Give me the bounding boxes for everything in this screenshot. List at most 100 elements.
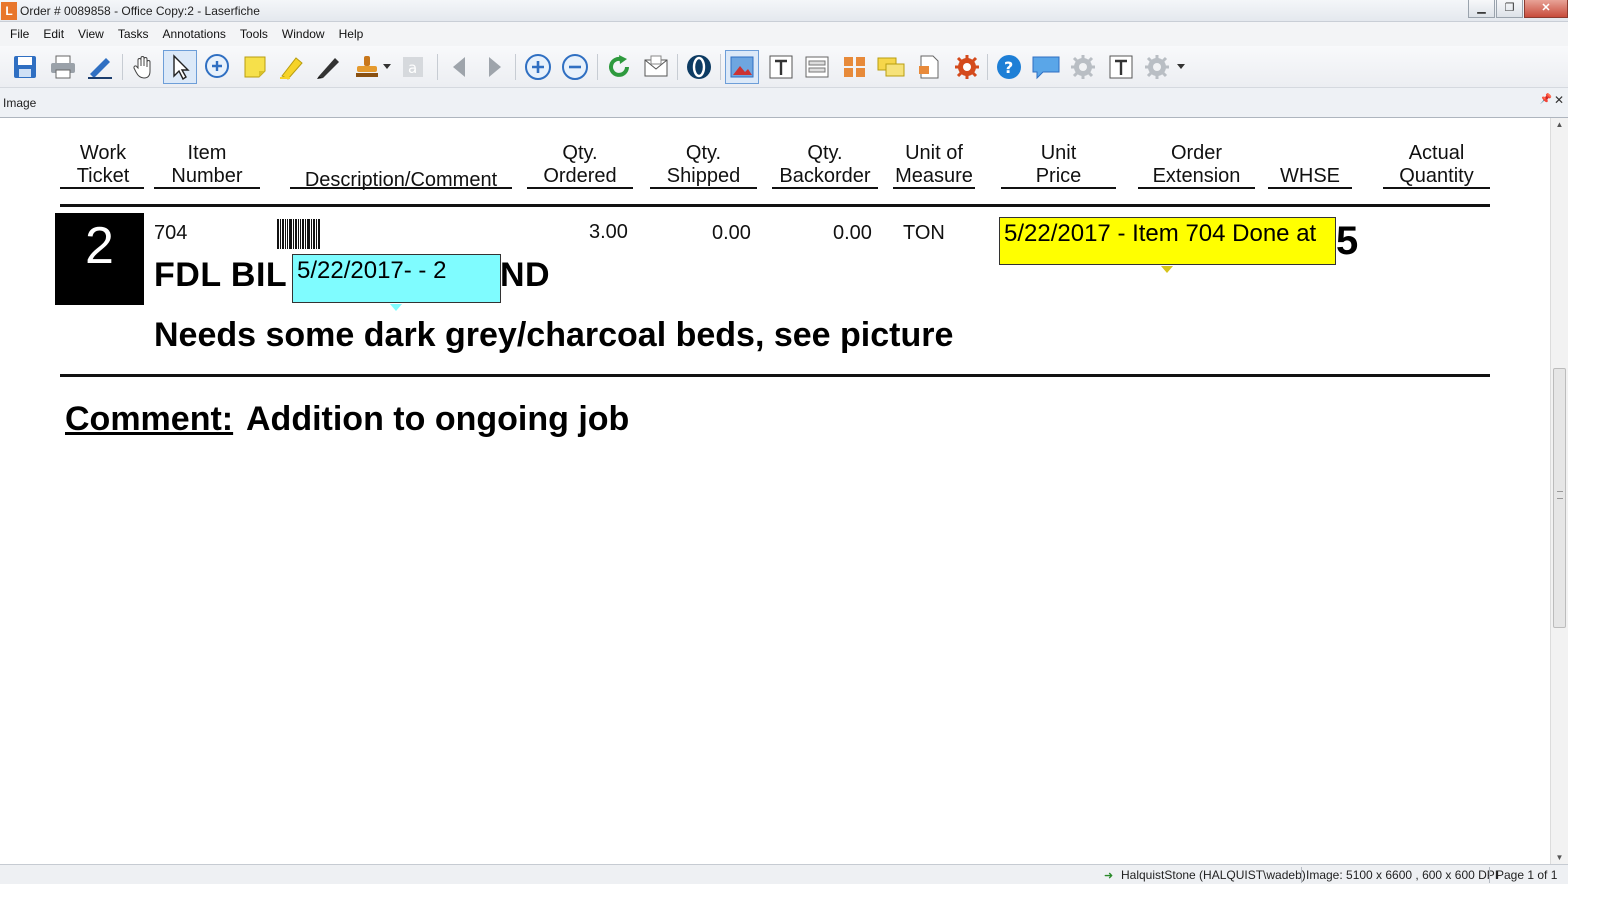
status-page: Page 1 of 1 (1496, 868, 1558, 882)
zoom-select-icon[interactable] (201, 50, 235, 84)
scroll-thumb[interactable] (1553, 368, 1566, 628)
image-view-icon[interactable] (725, 50, 759, 84)
qty-shipped: 0.00 (712, 222, 751, 244)
refresh-icon[interactable] (602, 50, 636, 84)
stamp-dropdown-icon[interactable] (382, 50, 392, 84)
col-header-item-number: Item Number (171, 142, 243, 187)
sticky-note-yellow[interactable]: 5/22/2017 - Item 704 Done at (999, 217, 1336, 265)
stamp-icon[interactable] (350, 50, 384, 84)
settings-icon[interactable] (950, 50, 984, 84)
svg-text:?: ? (1004, 58, 1013, 77)
laserfiche-logo-icon: L (1, 2, 17, 20)
menu-edit[interactable]: Edit (36, 23, 71, 45)
col-header-work-ticket: Work Ticket (76, 142, 130, 187)
actual-quantity: 5 (1336, 219, 1359, 263)
item-comment-line: Needs some dark grey/charcoal beds, see … (154, 316, 954, 354)
sticky-note-yellow-pointer (1161, 266, 1173, 273)
scroll-grip (1557, 491, 1563, 499)
col-underline (1383, 187, 1490, 189)
comment-icon[interactable] (1029, 50, 1063, 84)
metadata-icon[interactable] (912, 50, 946, 84)
toolbar-separator (987, 54, 988, 80)
more-gear-icon[interactable] (1140, 50, 1174, 84)
pointer-select-icon[interactable] (163, 50, 197, 84)
col-header-unit-price: Unit Price (1035, 142, 1082, 187)
pin-icon[interactable]: 📌 (1540, 94, 1552, 105)
ocr-icon[interactable] (682, 50, 716, 84)
status-bar: ➜ HalquistStone (HALQUIST\wadeb) Image: … (0, 864, 1568, 884)
col-underline (60, 187, 144, 189)
col-underline (154, 187, 260, 189)
scroll-up-icon[interactable]: ▲ (1551, 120, 1568, 129)
comment-text: Addition to ongoing job (246, 400, 630, 438)
col-header-actual-quantity: Actual Quantity (1399, 142, 1474, 187)
pane-title: Image (3, 96, 37, 110)
document-viewport[interactable]: Work Ticket Item Number Description/Commen… (0, 118, 1568, 864)
menu-tools[interactable]: Tools (233, 23, 275, 45)
menu-file[interactable]: File (3, 23, 36, 45)
menu-window[interactable]: Window (275, 23, 332, 45)
document-page: Work Ticket Item Number Description/Commen… (0, 118, 1548, 864)
unit-of-measure: TON (903, 222, 945, 244)
text-view-icon[interactable] (764, 50, 798, 84)
zoom-in-icon[interactable] (521, 50, 555, 84)
item-number: 704 (154, 222, 188, 244)
options-gear-icon[interactable] (1066, 50, 1100, 84)
col-header-qty-backorder: Qty. Backorder (779, 142, 871, 187)
vertical-scrollbar[interactable]: ▲ ▼ (1550, 118, 1568, 864)
pen-draw-icon[interactable] (312, 50, 346, 84)
header-rule (60, 204, 1490, 207)
sticky-note-icon[interactable] (238, 50, 272, 84)
item-description-left: FDL BIL (154, 256, 288, 294)
sticky-note-cyan-pointer (390, 304, 402, 311)
menu-view[interactable]: View (71, 23, 111, 45)
print-icon[interactable] (46, 50, 80, 84)
text-box-icon[interactable]: a (396, 50, 430, 84)
signature-pen-icon[interactable] (83, 50, 117, 84)
col-underline (893, 187, 975, 189)
toolbar-separator (597, 54, 598, 80)
hand-pan-icon[interactable] (127, 50, 161, 84)
text-tool-icon[interactable] (1104, 50, 1138, 84)
menu-tasks[interactable]: Tasks (111, 23, 156, 45)
row-rule (60, 374, 1490, 377)
previous-page-icon[interactable] (442, 50, 476, 84)
col-header-qty-shipped: Qty. Shipped (666, 142, 741, 187)
laserfiche-window: L Order # 0089858 - Office Copy:2 - Lase… (0, 0, 1568, 884)
menu-help[interactable]: Help (332, 23, 371, 45)
help-icon[interactable]: ? (992, 50, 1026, 84)
menu-annotations[interactable]: Annotations (156, 23, 233, 45)
scroll-down-icon[interactable]: ▼ (1551, 853, 1568, 862)
work-ticket-number: 2 (55, 213, 144, 305)
next-page-icon[interactable] (478, 50, 512, 84)
toolbar-overflow-icon[interactable] (1176, 50, 1186, 84)
status-user: HalquistStone (HALQUIST\wadeb) (1121, 868, 1306, 882)
annotations-list-icon[interactable] (874, 50, 908, 84)
col-header-order-extension: Order Extension (1152, 142, 1241, 187)
close-button[interactable]: ✕ (1524, 0, 1568, 18)
highlighter-icon[interactable] (275, 50, 309, 84)
thumbnails-icon[interactable] (838, 50, 872, 84)
col-underline (1001, 187, 1116, 189)
restore-button[interactable]: ❐ (1496, 0, 1523, 18)
col-underline (290, 187, 512, 189)
connection-arrow-icon: ➜ (1104, 870, 1114, 882)
toolbar-separator (437, 54, 438, 80)
col-underline (650, 187, 757, 189)
comment-label: Comment: (65, 400, 234, 438)
zoom-out-icon[interactable] (558, 50, 592, 84)
email-icon[interactable] (639, 50, 673, 84)
svg-text:a: a (408, 59, 417, 77)
sticky-note-cyan[interactable]: 5/22/2017- - 2 (292, 254, 501, 303)
window-controls: ▁ ❐ ✕ (1467, 0, 1568, 20)
fields-icon[interactable] (800, 50, 834, 84)
col-header-unit-of-measure: Unit of Measure (895, 142, 973, 187)
save-icon[interactable] (8, 50, 42, 84)
pane-close-icon[interactable]: ✕ (1554, 93, 1564, 107)
qty-backorder: 0.00 (833, 222, 872, 244)
minimize-button[interactable]: ▁ (1468, 0, 1495, 18)
title-bar: L Order # 0089858 - Office Copy:2 - Lase… (0, 0, 1568, 22)
col-underline (1268, 187, 1352, 189)
status-image-info: Image: 5100 x 6600 , 600 x 600 DPI (1306, 868, 1499, 882)
toolbar: a ? (0, 46, 1568, 88)
